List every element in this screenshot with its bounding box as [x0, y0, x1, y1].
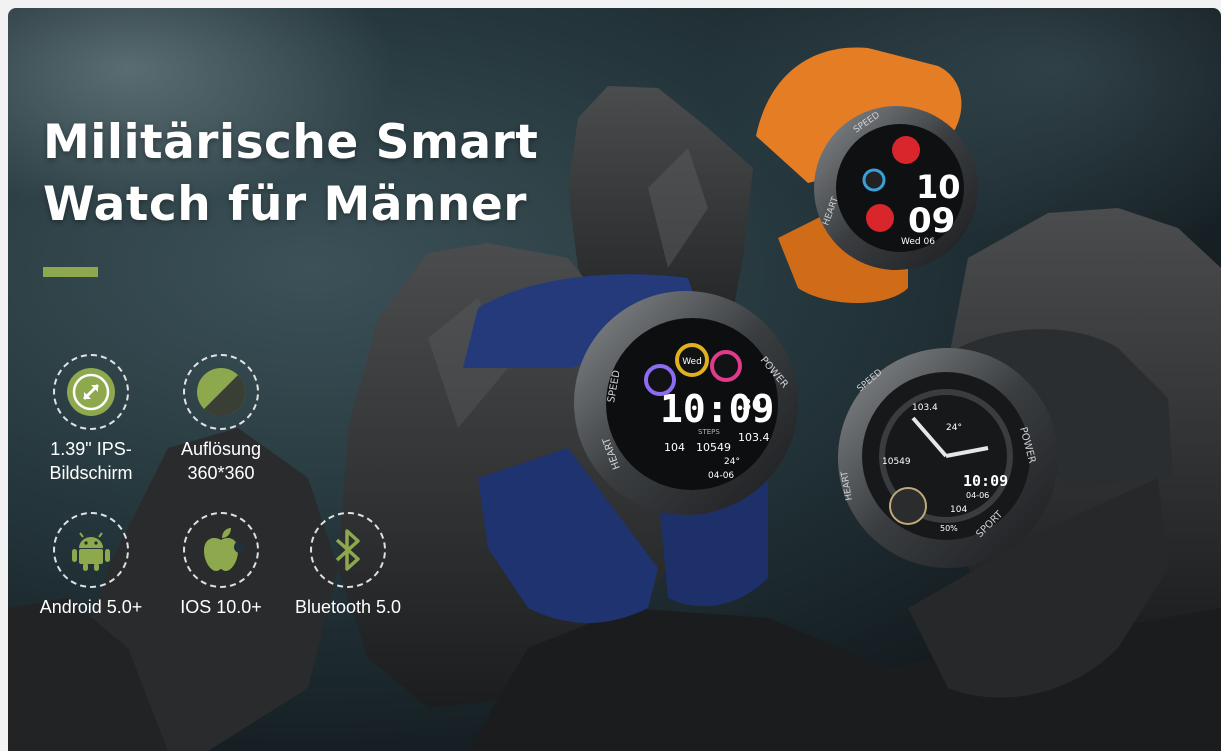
feature-bluetooth: Bluetooth 5.0 — [273, 512, 423, 619]
feature-resolution: Auflösung 360*360 — [146, 354, 296, 485]
blue-watch-date: 04-06 — [708, 471, 734, 481]
feature-label-line: 360*360 — [187, 463, 255, 483]
feature-label: Bluetooth 5.0 — [295, 595, 401, 619]
orange-watch-date: Wed 06 — [901, 237, 935, 247]
black-watch-heart: 104 — [950, 505, 967, 515]
feature-label: 1.39" IPS- Bildschirm — [49, 437, 132, 485]
headline: Militärische Smart Watch für Männer — [43, 112, 538, 236]
feature-label-line: Bluetooth 5.0 — [294, 597, 402, 617]
feature-label: Android 5.0+ — [40, 595, 143, 619]
headline-line-2: Watch für Männer — [43, 177, 527, 232]
black-watch-steps: 10549 — [882, 457, 911, 467]
feature-ring — [53, 354, 129, 430]
feature-ring — [183, 512, 259, 588]
feature-screen: 1.39" IPS- Bildschirm — [16, 354, 166, 485]
apple-icon — [204, 528, 244, 571]
accent-bar — [43, 267, 98, 277]
blue-watch-temp: 24° — [724, 457, 740, 467]
black-watch-date: 04-06 — [966, 491, 989, 500]
product-banner: SPEED HEART 10 09 Wed 06 Wed 10:09 30 ST… — [8, 8, 1221, 751]
screen-size-icon — [67, 368, 115, 416]
blue-watch-status: STEPS — [698, 428, 720, 436]
orange-watch-minute: 09 — [908, 201, 955, 241]
feature-ring — [53, 512, 129, 588]
black-watch-battery: 50% — [940, 524, 958, 533]
feature-label: Auflösung 360*360 — [181, 437, 261, 485]
bluetooth-icon — [335, 529, 360, 571]
feature-ring — [310, 512, 386, 588]
blue-watch-day-badge: Wed — [682, 357, 702, 367]
blue-watch-stat-steps: 10549 — [696, 441, 731, 454]
feature-label-line: Bildschirm — [49, 463, 133, 483]
blue-watch-stat-heart: 104 — [664, 441, 685, 454]
black-watch-top-value: 103.4 — [912, 403, 938, 413]
black-watch-temp: 24° — [946, 423, 962, 433]
black-watch-time: 10:09 — [963, 472, 1008, 490]
blue-watch-stat-value: 103.4 — [738, 431, 770, 444]
feature-label: IOS 10.0+ — [180, 595, 262, 619]
android-icon — [72, 532, 110, 571]
feature-label-line: IOS 10.0+ — [180, 597, 262, 617]
feature-android: Android 5.0+ — [16, 512, 166, 619]
headline-line-1: Militärische Smart — [43, 115, 539, 170]
feature-label-line: Auflösung — [180, 439, 262, 459]
feature-label-line: Android 5.0+ — [39, 597, 143, 617]
feature-label-line: 1.39" IPS- — [50, 439, 132, 459]
feature-ring — [183, 354, 259, 430]
resolution-icon — [197, 368, 246, 417]
blue-watch-seconds: 30 — [742, 395, 761, 414]
watch-orange: SPEED HEART 10 09 Wed 06 — [756, 47, 978, 303]
